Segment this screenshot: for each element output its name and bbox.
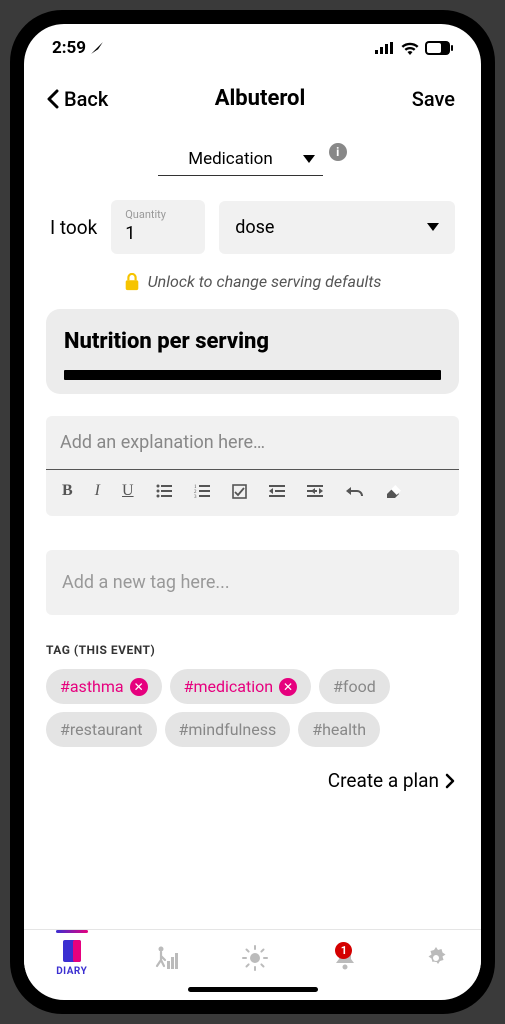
underline-button[interactable]: U	[120, 480, 136, 502]
tab-diary-label: DIARY	[56, 966, 87, 977]
svg-text:3: 3	[194, 495, 197, 498]
battery-percent: 63	[429, 43, 440, 54]
tag-label: #mindfulness	[179, 720, 277, 739]
bold-button[interactable]: B	[60, 480, 75, 502]
signal-icon	[375, 42, 395, 54]
status-icons: 63	[375, 41, 453, 55]
tag-list: #asthma ✕ #medication ✕ #food #restauran…	[46, 669, 459, 747]
unlock-text: Unlock to change serving defaults	[148, 272, 382, 291]
nav-header: Back Albuterol Save	[24, 64, 481, 121]
page-title: Albuterol	[215, 86, 306, 111]
status-time: 2:59	[52, 38, 86, 58]
tag-label: #restaurant	[60, 720, 143, 739]
tab-bar: DIARY 1	[24, 929, 481, 981]
undo-button[interactable]	[343, 483, 365, 499]
create-plan-label: Create a plan	[328, 769, 439, 792]
tab-weather[interactable]	[242, 945, 268, 971]
notification-badge: 1	[335, 942, 352, 959]
unit-select[interactable]: dose	[219, 201, 455, 254]
content-scroll[interactable]: Medication i I took Quantity 1 dose	[24, 121, 481, 929]
home-indicator[interactable]	[188, 987, 318, 992]
tab-active-indicator	[56, 930, 88, 933]
checklist-button[interactable]	[230, 482, 249, 501]
back-button[interactable]: Back	[46, 87, 108, 111]
phone-screen: 2:59 63	[24, 24, 481, 1000]
remove-tag-icon[interactable]: ✕	[279, 678, 297, 696]
tab-notifications[interactable]: 1	[332, 945, 358, 971]
nutrition-card: Nutrition per serving	[46, 309, 459, 394]
tag-health[interactable]: #health	[298, 712, 380, 747]
caret-down-icon	[427, 223, 439, 231]
intake-prefix: I took	[50, 216, 97, 239]
numbered-list-button[interactable]: 123	[192, 482, 212, 500]
unlock-hint[interactable]: Unlock to change serving defaults	[46, 272, 459, 291]
rich-text-toolbar: B I U 123	[46, 470, 459, 516]
tag-restaurant[interactable]: #restaurant	[46, 712, 157, 747]
chevron-right-icon	[445, 773, 455, 789]
tag-label: #medication	[184, 677, 273, 696]
phone-frame: 2:59 63	[10, 10, 495, 1014]
tag-label: #asthma	[60, 677, 124, 696]
tab-diary[interactable]: DIARY	[56, 938, 87, 977]
tag-asthma[interactable]: #asthma ✕	[46, 669, 162, 704]
caret-down-icon	[303, 155, 315, 163]
battery-icon: 63	[425, 41, 453, 55]
tab-activity[interactable]	[152, 945, 178, 971]
category-row: Medication i	[46, 145, 459, 176]
lock-icon	[124, 273, 140, 291]
tag-food[interactable]: #food	[319, 669, 390, 704]
location-icon	[90, 41, 104, 55]
nutrition-title: Nutrition per serving	[64, 329, 441, 354]
sun-icon	[242, 945, 268, 971]
outdent-button[interactable]	[305, 482, 325, 500]
quantity-value: 1	[125, 223, 191, 244]
remove-tag-icon[interactable]: ✕	[130, 678, 148, 696]
tag-section-label: TAG (THIS EVENT)	[46, 643, 459, 657]
italic-button[interactable]: I	[93, 480, 102, 502]
status-time-group: 2:59	[52, 38, 104, 58]
explanation-input[interactable]: Add an explanation here…	[46, 416, 459, 470]
category-value: Medication	[188, 149, 273, 169]
gear-icon	[423, 945, 449, 971]
tag-mindfulness[interactable]: #mindfulness	[165, 712, 291, 747]
tag-label: #health	[312, 720, 366, 739]
info-icon[interactable]: i	[329, 143, 347, 161]
eraser-button[interactable]	[383, 482, 403, 500]
create-plan-button[interactable]: Create a plan	[46, 769, 459, 800]
back-label: Back	[64, 87, 108, 111]
indent-button[interactable]	[267, 482, 287, 500]
tab-settings[interactable]	[423, 945, 449, 971]
chevron-left-icon	[46, 89, 60, 109]
tag-label: #food	[333, 677, 376, 696]
save-button[interactable]: Save	[412, 87, 455, 111]
intake-row: I took Quantity 1 dose	[46, 200, 459, 254]
diary-icon	[59, 938, 85, 964]
status-bar: 2:59 63	[24, 24, 481, 64]
quantity-input[interactable]: Quantity 1	[111, 200, 205, 254]
tag-input[interactable]: Add a new tag here...	[46, 550, 459, 615]
nutrition-bar	[64, 370, 441, 380]
bullet-list-button[interactable]	[154, 482, 174, 500]
wifi-icon	[401, 42, 419, 55]
unit-value: dose	[235, 217, 274, 238]
quantity-label: Quantity	[125, 208, 191, 221]
tag-medication[interactable]: #medication ✕	[170, 669, 311, 704]
category-select[interactable]: Medication	[158, 145, 323, 176]
activity-icon	[152, 945, 178, 971]
